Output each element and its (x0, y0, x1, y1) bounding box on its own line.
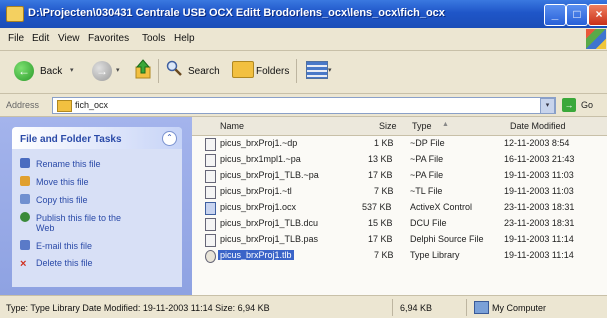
toolbar: ← Back ▾ → ▾ Search Folders ▾ (0, 51, 607, 94)
forward-arrow-icon[interactable]: → (92, 61, 112, 81)
toolbar-separator (158, 59, 159, 83)
file-folder-tasks-panel: File and Folder Tasks ⌃ Rename this file… (12, 127, 182, 287)
menu-favorites[interactable]: Favorites (88, 33, 129, 44)
task-delete[interactable]: × Delete this file (20, 258, 93, 270)
go-arrow-icon[interactable]: → (562, 98, 576, 112)
copy-icon (20, 194, 30, 204)
table-row-selected[interactable]: picus_brxProj1.tlb 7 KB Type Library 19-… (192, 249, 607, 263)
table-row[interactable]: picus_brxProj1.ocx 537 KB ActiveX Contro… (192, 201, 607, 215)
menu-bar: File Edit View Favorites Tools Help (0, 28, 607, 51)
menu-view[interactable]: View (58, 33, 80, 44)
task-panel-header[interactable]: File and Folder Tasks ⌃ (12, 127, 182, 149)
column-header-size[interactable]: Size (372, 117, 403, 136)
forward-dropdown-icon[interactable]: ▾ (116, 66, 120, 74)
folder-icon (6, 6, 24, 22)
address-dropdown-icon[interactable]: ▾ (540, 98, 555, 114)
table-row[interactable]: picus_brxProj1.~dp 1 KB ~DP File 12-11-2… (192, 137, 607, 151)
file-icon (205, 170, 216, 183)
file-icon (205, 154, 216, 167)
status-size: 6,94 KB (400, 303, 433, 313)
task-move[interactable]: Move this file (20, 176, 89, 187)
status-text: Type: Type Library Date Modified: 19-11-… (6, 303, 270, 313)
task-panel-title: File and Folder Tasks (20, 134, 122, 145)
email-icon (20, 240, 30, 250)
back-button-label[interactable]: Back (40, 66, 62, 77)
sort-ascending-icon: ▲ (442, 121, 449, 128)
minimize-button[interactable]: _ (544, 4, 566, 26)
column-header-type[interactable]: Type ▲ (402, 117, 495, 136)
menu-file[interactable]: File (8, 33, 24, 44)
address-value[interactable]: fich_ocx (75, 100, 108, 110)
task-pane: File and Folder Tasks ⌃ Rename this file… (0, 117, 192, 295)
menu-tools[interactable]: Tools (142, 33, 165, 44)
maximize-button[interactable]: □ (566, 4, 588, 26)
status-divider (466, 299, 467, 316)
table-row[interactable]: picus_brxProj1_TLB.pas 17 KB Delphi Sour… (192, 233, 607, 247)
search-button-label[interactable]: Search (188, 66, 220, 77)
file-icon (205, 186, 216, 199)
file-icon (205, 234, 216, 247)
file-icon (205, 138, 216, 151)
menu-edit[interactable]: Edit (32, 33, 49, 44)
file-icon (205, 218, 216, 231)
folders-icon[interactable] (232, 61, 254, 78)
my-computer-icon (474, 301, 489, 314)
move-icon (20, 176, 30, 186)
status-divider (392, 299, 393, 316)
status-bar: Type: Type Library Date Modified: 19-11-… (0, 295, 607, 318)
file-list: Name Size Type ▲ Date Modified picus_brx… (192, 117, 607, 295)
table-row[interactable]: picus_brxProj1_TLB.~pa 17 KB ~PA File 19… (192, 169, 607, 183)
up-folder-icon[interactable] (134, 59, 152, 79)
back-dropdown-icon[interactable]: ▾ (70, 66, 74, 74)
address-bar: Address fich_ocx (0, 94, 607, 117)
task-publish-web[interactable]: Publish this file to the (20, 212, 121, 223)
status-location: My Computer (492, 303, 547, 313)
activex-icon (205, 202, 216, 215)
windows-logo-icon (586, 29, 606, 49)
task-publish-web-line2[interactable]: Web (36, 223, 54, 233)
type-library-icon (205, 250, 216, 263)
close-button[interactable]: × (588, 4, 607, 26)
table-row[interactable]: picus_brx1mpl1.~pa 13 KB ~PA File 16-11-… (192, 153, 607, 167)
toolbar-separator (296, 59, 297, 83)
title-bar[interactable]: D:\Projecten\030431 Centrale USB OCX Edi… (0, 0, 607, 28)
publish-web-icon (20, 212, 30, 222)
table-row[interactable]: picus_brxProj1_TLB.dcu 15 KB DCU File 23… (192, 217, 607, 231)
column-header-name[interactable]: Name (192, 117, 373, 136)
task-rename[interactable]: Rename this file (20, 158, 101, 169)
column-header-date-modified[interactable]: Date Modified (494, 117, 607, 136)
explorer-window: D:\Projecten\030431 Centrale USB OCX Edi… (0, 0, 607, 318)
folder-icon (57, 100, 72, 112)
collapse-chevron-icon[interactable]: ⌃ (162, 131, 177, 146)
folders-button-label[interactable]: Folders (256, 66, 289, 77)
address-label: Address (6, 100, 40, 110)
go-button-label[interactable]: Go (581, 100, 593, 110)
menu-help[interactable]: Help (174, 33, 195, 44)
delete-icon: × (20, 258, 27, 270)
address-input[interactable]: fich_ocx (52, 97, 556, 114)
rename-icon (20, 158, 30, 168)
task-email[interactable]: E-mail this file (20, 240, 92, 251)
views-icon[interactable] (306, 61, 328, 79)
search-icon[interactable] (166, 60, 182, 76)
table-row[interactable]: picus_brxProj1.~tl 7 KB ~TL File 19-11-2… (192, 185, 607, 199)
back-arrow-icon[interactable]: ← (14, 61, 34, 81)
window-title: D:\Projecten\030431 Centrale USB OCX Edi… (28, 7, 445, 19)
task-copy[interactable]: Copy this file (20, 194, 88, 205)
views-dropdown-icon[interactable]: ▾ (328, 66, 332, 74)
